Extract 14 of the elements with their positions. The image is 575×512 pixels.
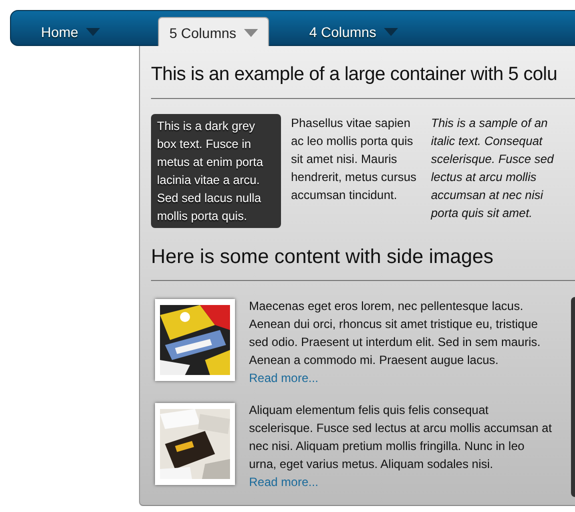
panel-heading: This is an example of a large container with 5 colu — [151, 63, 558, 87]
nav-tab[interactable]: Home — [31, 17, 110, 46]
read-more-link[interactable]: Read more... — [249, 369, 554, 387]
caret-icon — [86, 28, 100, 36]
caret-icon — [384, 28, 398, 36]
nav-tab[interactable]: 5 Columns — [158, 17, 270, 48]
italic-text: This is a sample of an italic text. Consequat scelerisque. Fusce sed lectus at arcu mollis accumsan at nec nisi porta quis sit amet. — [431, 115, 555, 222]
section-heading: Here is some content with side images — [151, 245, 494, 270]
article-text: Maecenas eget eros lorem, nec pellentesque lacus. Aenean dui orci, rhoncus sit amet tristique eu, tristique sed odio. Praesent ut interdum elit. Sed in sem mauris. Aenean a commodo mi. Praesent augue lacus. — [249, 298, 542, 369]
column-text: Phasellus vitae sapien ac leo mollis porta quis sit amet nisi. Mauris hendrerit, metus cursus accumsan tincidunt. — [291, 115, 418, 204]
caret-icon — [244, 29, 258, 37]
dark-text-box: This is a dark grey box text. Fusce in metus at enim porta lacinia vitae a arcu. Sed sed lacus nulla mollis porta quis. — [151, 114, 281, 228]
article-text: Aliquam elementum felis quis felis consequat scelerisque. Fusce sed lectus at arcu mollis accumsan at nec nisi. Aliquam pretium mollis fringilla. Nunc in leo urna, eget varius metus. Aliquam sodales nisi. — [249, 402, 553, 473]
nav-tab[interactable]: 4 Columns — [299, 17, 408, 46]
